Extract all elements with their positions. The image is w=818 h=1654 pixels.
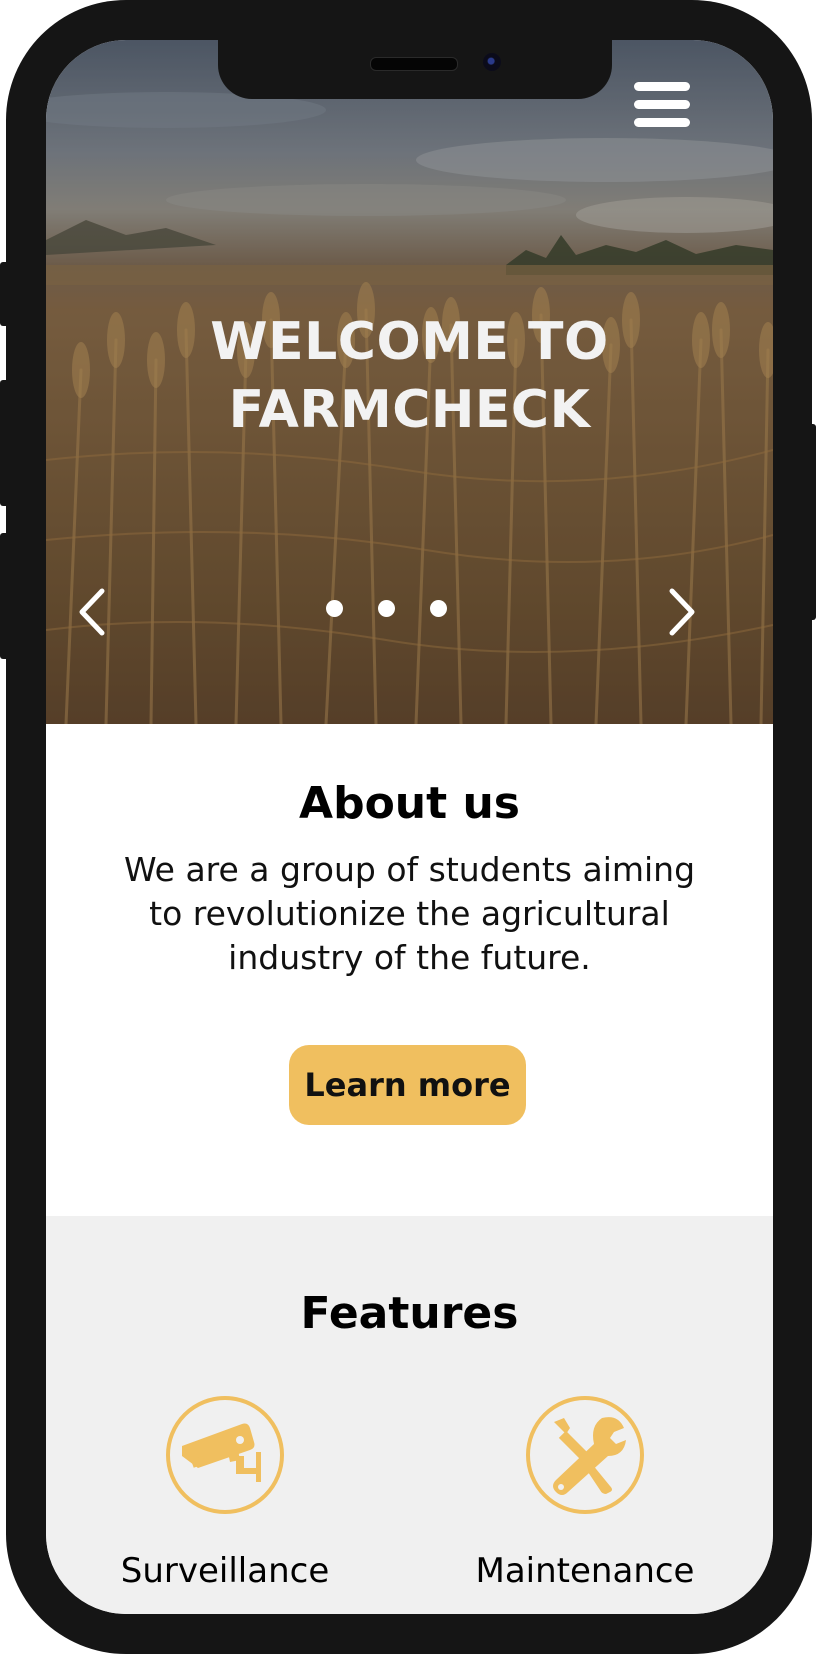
wrench-screwdriver-icon[interactable]: [524, 1394, 646, 1516]
carousel-dot[interactable]: [378, 600, 395, 617]
about-title: About us: [299, 778, 520, 829]
feature-label-maintenance[interactable]: Maintenance: [435, 1549, 735, 1593]
learn-more-button[interactable]: Learn more: [289, 1045, 526, 1125]
hero-title-line: WELCOME TO: [210, 312, 609, 372]
features-section: Features Surveillance Maintenance: [46, 1216, 773, 1614]
features-title: Features: [300, 1288, 519, 1339]
chevron-right-icon: [669, 588, 695, 636]
security-camera-icon[interactable]: [164, 1394, 286, 1516]
about-section: About us We are a group of students aimi…: [46, 724, 773, 1216]
carousel-dot[interactable]: [430, 600, 447, 617]
feature-label-surveillance[interactable]: Surveillance: [75, 1549, 375, 1593]
about-description: We are a group of students aiming to rev…: [123, 850, 696, 977]
menu-bar: [634, 118, 690, 127]
hero-carousel: WELCOME TO FARMCHECK: [46, 40, 773, 724]
carousel-prev-button[interactable]: [68, 585, 116, 639]
hamburger-menu-icon[interactable]: [634, 82, 690, 128]
hero-title: WELCOME TO FARMCHECK: [46, 308, 773, 444]
phone-frame: WELCOME TO FARMCHECK About us We are a g…: [0, 0, 816, 1654]
chevron-left-icon: [79, 588, 105, 636]
front-camera: [483, 53, 501, 71]
menu-bar: [634, 100, 690, 109]
phone-notch: [218, 40, 612, 99]
menu-bar: [634, 82, 690, 91]
speaker-grille: [370, 57, 458, 71]
carousel-next-button[interactable]: [658, 585, 706, 639]
hero-title-line: FARMCHECK: [228, 380, 591, 440]
carousel-indicators: [326, 600, 486, 620]
carousel-dot[interactable]: [326, 600, 343, 617]
phone-screen: WELCOME TO FARMCHECK About us We are a g…: [46, 40, 773, 1614]
